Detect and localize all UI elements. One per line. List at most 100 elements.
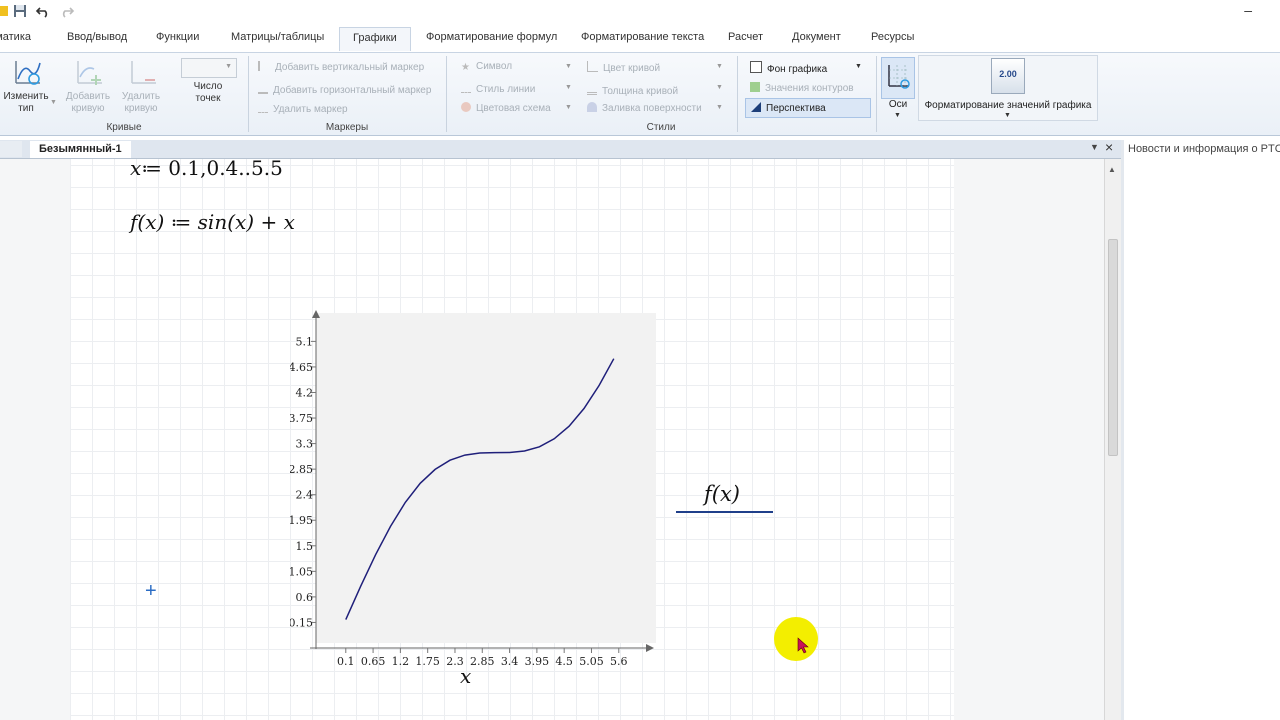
close-document-icon[interactable]: × (1105, 139, 1113, 155)
axes-icon (888, 65, 910, 89)
redo-icon[interactable] (59, 3, 75, 19)
chevron-down-icon: ▼ (50, 99, 57, 106)
chevron-down-icon: ▼ (716, 104, 723, 111)
tab-previous-document[interactable] (0, 141, 22, 157)
y-tick-label: 1.05 (290, 565, 313, 578)
ribbon-panel: Изменить тип ▼ Добавить кривую Удалить к… (0, 53, 1280, 136)
y-tick-label: 0.6 (296, 591, 314, 604)
plot-background-label: Фон графика (767, 64, 828, 75)
remove-marker-button[interactable]: Удалить маркер (258, 102, 348, 115)
chevron-down-icon: ▼ (716, 84, 723, 91)
function-definition[interactable]: f(x) ≔ sin(x) + x (130, 210, 295, 234)
line-style-icon (461, 82, 471, 93)
x-def-range: ≔ 0.1,0.4..5.5 (141, 159, 283, 180)
app-icon[interactable] (0, 3, 12, 19)
add-curve-button[interactable]: Добавить кривую (62, 91, 114, 115)
tab-list-dropdown-icon[interactable]: ▼ (1090, 142, 1099, 152)
tab-calculation[interactable]: Расчет (728, 31, 763, 43)
tab-plots[interactable]: Графики (339, 27, 411, 51)
num-points-field[interactable]: ▼ (181, 58, 237, 78)
chevron-down-icon: ▼ (855, 63, 862, 70)
surface-fill-label: Заливка поверхности (602, 103, 702, 114)
num-points-label: Число точек (193, 81, 223, 104)
plot-background-icon (750, 61, 762, 73)
surface-fill-dropdown[interactable]: Заливка поверхности (587, 102, 702, 114)
add-horizontal-marker-button[interactable]: Добавить горизонтальный маркер (258, 82, 431, 96)
add-horizontal-marker-label: Добавить горизонтальный маркер (273, 85, 432, 96)
tab-format-text[interactable]: Форматирование текста (581, 31, 704, 43)
x-def-variable: x (130, 159, 142, 180)
axes-button[interactable] (881, 57, 915, 99)
vertical-marker-icon (258, 61, 270, 71)
worksheet-page[interactable]: x≔ 0.1,0.4..5.5 f(x) ≔ sin(x) + x 0.1 0.6… (70, 159, 954, 720)
axes-label: Оси (888, 99, 908, 110)
x-range-definition[interactable]: x≔ 0.1,0.4..5.5 (130, 159, 283, 180)
y-tick-label: 2.85 (290, 463, 313, 476)
insertion-crosshair: + (145, 580, 157, 602)
y-axis-label[interactable]: f(x) (676, 482, 773, 513)
line-style-dropdown[interactable]: Стиль линии (461, 82, 535, 95)
change-type-button[interactable]: Изменить тип (0, 91, 52, 115)
format-values-label: Форматирование значений графика (924, 100, 1092, 111)
y-tick-label: 3.3 (296, 438, 314, 451)
x-tick-label: 1.75 (415, 655, 440, 668)
chevron-down-icon: ▼ (894, 112, 901, 119)
remove-marker-icon (258, 102, 268, 113)
symbol-dropdown[interactable]: ★ Символ (461, 61, 513, 73)
plot-area (316, 313, 656, 643)
worksheet[interactable]: x≔ 0.1,0.4..5.5 f(x) ≔ sin(x) + x 0.1 0.6… (0, 159, 1104, 720)
add-curve-icon (77, 61, 102, 85)
ribbon-tabs: Математика Ввод/вывод Функции Матрицы/та… (0, 24, 1280, 53)
color-scheme-dropdown[interactable]: Цветовая схема (461, 102, 551, 114)
markers-group-label: Маркеры (325, 122, 369, 133)
y-tick-label: 2.4 (296, 489, 314, 502)
symbol-label: Символ (476, 61, 513, 72)
tab-io[interactable]: Ввод/вывод (67, 31, 127, 43)
curve-color-dropdown[interactable]: Цвет кривой (587, 61, 660, 74)
curve-thickness-label: Толщина кривой (602, 86, 679, 97)
scroll-up-icon[interactable]: ▲ (1108, 165, 1116, 174)
scrollbar-thumb[interactable] (1108, 239, 1118, 456)
chevron-down-icon: ▼ (1004, 112, 1011, 119)
save-icon[interactable] (12, 3, 28, 19)
undo-icon[interactable] (35, 3, 51, 19)
contour-values-button[interactable]: Значения контуров (750, 82, 854, 94)
y-tick-label: 4.2 (296, 386, 314, 399)
vertical-scrollbar[interactable]: ▲ (1104, 159, 1121, 720)
change-plot-type-icon (15, 61, 41, 85)
tab-document[interactable]: Документ (792, 31, 841, 43)
news-panel: Новости и информация о PTC (1124, 140, 1280, 720)
tab-math[interactable]: Математика (0, 31, 31, 43)
tab-functions[interactable]: Функции (156, 31, 199, 43)
y-tick-label: 5.1 (296, 335, 314, 348)
curve-color-icon (587, 61, 598, 72)
y-tick-label: 4.65 (290, 361, 313, 374)
line-style-label: Стиль линии (476, 84, 536, 95)
surface-fill-icon (587, 102, 597, 112)
plot-background-dropdown[interactable]: Фон графика (750, 61, 827, 75)
xy-plot[interactable]: 0.1 0.65 1.2 1.75 2.3 2.85 3.4 3.95 4.5 5.05 5.60.… (290, 304, 790, 689)
tab-matrices[interactable]: Матрицы/таблицы (231, 31, 324, 43)
x-axis-label-text: x (460, 664, 471, 688)
tab-untitled-1[interactable]: Безымянный-1 (30, 141, 131, 158)
remove-curve-icon (131, 61, 156, 84)
x-tick-label: 5.05 (579, 655, 604, 668)
format-values-button[interactable]: 2.00 Форматирование значений графика ▼ (918, 55, 1098, 121)
curves-group-label: Кривые (106, 122, 142, 133)
remove-curve-button[interactable]: Удалить кривую (115, 91, 167, 115)
chevron-down-icon: ▼ (565, 84, 572, 91)
x-tick-label: 4.5 (555, 655, 573, 668)
curve-thickness-dropdown[interactable]: Толщина кривой (587, 82, 678, 97)
y-tick-label: 3.75 (290, 412, 313, 425)
x-tick-label: 5.6 (610, 655, 628, 668)
tab-format-formulas[interactable]: Форматирование формул (426, 31, 557, 43)
tab-resources[interactable]: Ресурсы (871, 31, 914, 43)
perspective-button[interactable]: Перспектива (745, 98, 871, 118)
y-tick-label: 1.95 (290, 514, 313, 527)
minimize-icon[interactable]: – (1244, 2, 1252, 18)
chevron-down-icon: ▼ (565, 63, 572, 70)
perspective-label: Перспектива (766, 103, 826, 114)
news-panel-title: Новости и информация о PTC (1128, 143, 1280, 155)
add-vertical-marker-button[interactable]: Добавить вертикальный маркер (258, 61, 424, 73)
mouse-pointer-icon (797, 637, 809, 654)
